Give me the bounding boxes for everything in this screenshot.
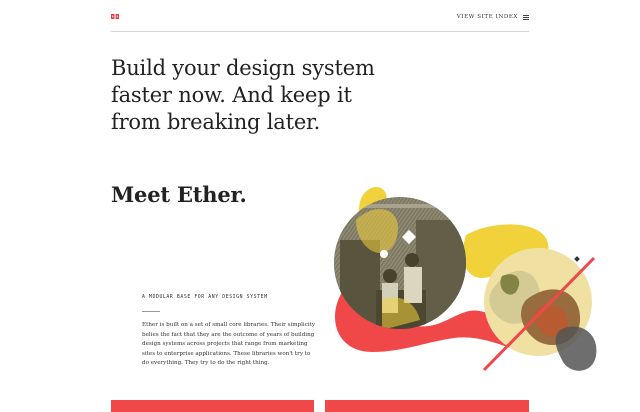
intro-divider	[142, 311, 160, 312]
ether-logo-icon	[111, 14, 119, 19]
headline-line-1: Build your design system	[111, 56, 375, 80]
dot-marker-icon	[380, 250, 388, 258]
hero-headline: Build your design system faster now. And…	[111, 55, 411, 136]
feature-card-left[interactable]	[111, 400, 314, 412]
hero-collage-illustration	[334, 187, 597, 372]
feature-card-right[interactable]	[325, 400, 529, 412]
intro-eyebrow: A MODULAR BASE FOR ANY DESIGN SYSTEM	[142, 295, 268, 300]
headline-line-2: faster now. And keep it	[111, 83, 352, 107]
logo[interactable]	[111, 13, 119, 19]
intro-body-copy: Ether is built on a set of small core li…	[142, 322, 316, 366]
headline-line-3: from breaking later.	[111, 110, 321, 134]
small-diamond-icon	[574, 256, 580, 262]
view-site-index-label: VIEW SITE INDEX	[456, 14, 518, 20]
view-site-index-button[interactable]: VIEW SITE INDEX	[457, 12, 529, 22]
meet-ether-heading: Meet Ether.	[111, 182, 247, 207]
top-navigation-bar: VIEW SITE INDEX	[111, 10, 529, 32]
workshop-photo	[334, 197, 466, 329]
hamburger-icon	[523, 14, 529, 20]
dark-leaf	[555, 326, 597, 371]
